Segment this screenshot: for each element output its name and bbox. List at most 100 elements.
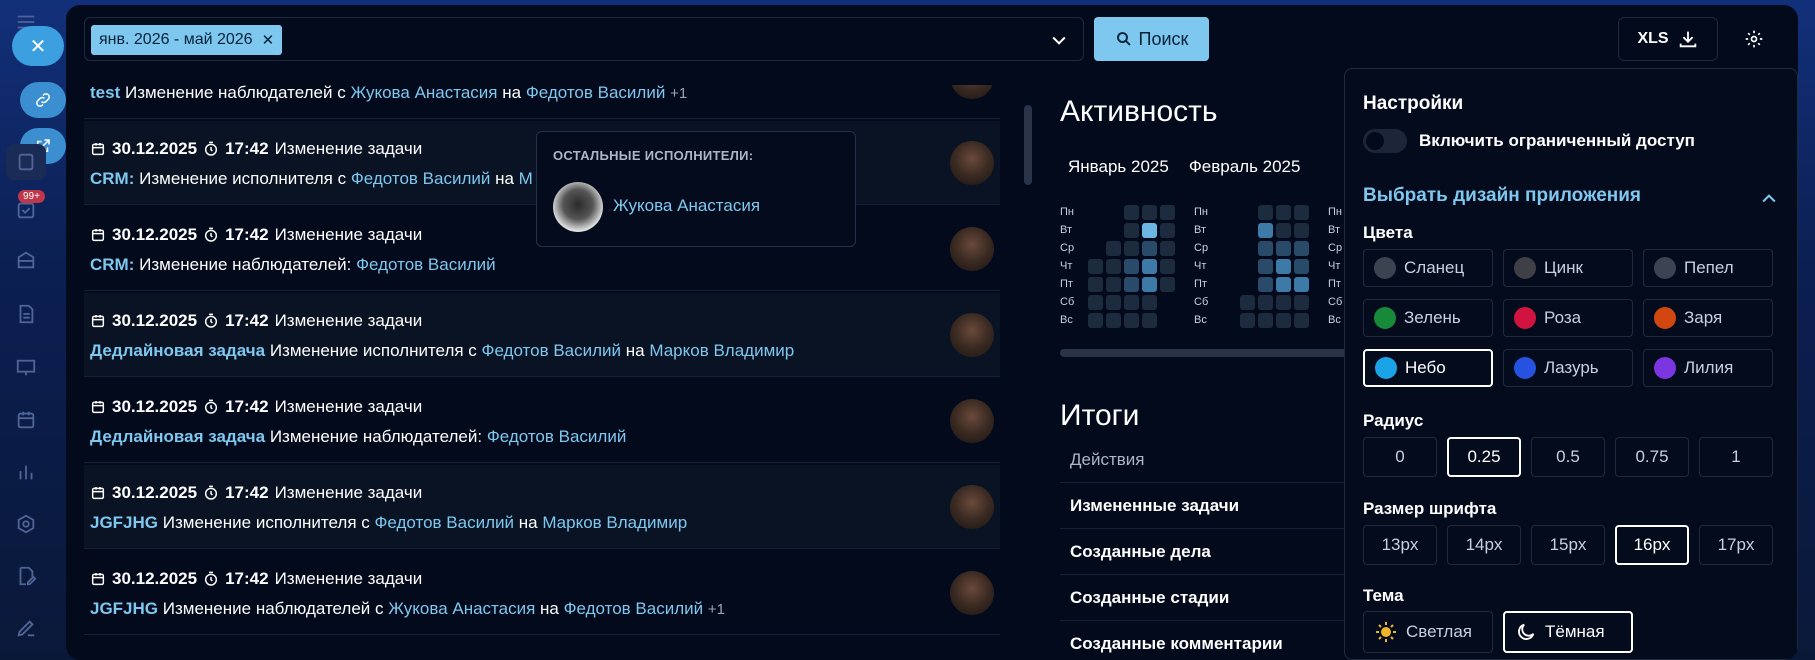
feed-user-link[interactable]: Федотов Василий — [526, 85, 666, 102]
font-size-option[interactable]: 16px — [1615, 525, 1689, 565]
heatmap-cell[interactable] — [1258, 222, 1273, 238]
color-swatch-4[interactable]: Роза — [1503, 299, 1633, 337]
heatmap-cell[interactable] — [1258, 294, 1273, 310]
close-fab-button[interactable]: ✕ — [12, 26, 64, 66]
presentation-nav-icon[interactable] — [12, 354, 40, 382]
heatmap-cell[interactable] — [1160, 204, 1175, 220]
heatmap-cell[interactable] — [1276, 240, 1291, 256]
feed-item[interactable]: 30.12.2025 17:42 Изменение задачи JGFJHG Из… — [84, 551, 1000, 635]
chevron-down-icon[interactable] — [1049, 30, 1069, 50]
link-fab-button[interactable] — [20, 82, 66, 118]
heatmap-cell[interactable] — [1258, 312, 1273, 328]
edit-document-nav-icon[interactable] — [12, 562, 40, 590]
chip-remove-icon[interactable]: ✕ — [262, 31, 275, 49]
heatmap-cell[interactable] — [1294, 258, 1309, 274]
heatmap-cell[interactable] — [1142, 312, 1157, 328]
font-size-option[interactable]: 13px — [1363, 525, 1437, 565]
heatmap-cell[interactable] — [1276, 312, 1291, 328]
search-button[interactable]: Поиск — [1094, 17, 1209, 61]
popup-user-name[interactable]: Жукова Анастасия — [613, 196, 760, 216]
heatmap-cell[interactable] — [1160, 240, 1175, 256]
heatmap-cell[interactable] — [1294, 294, 1309, 310]
feed-scrollbar[interactable] — [1024, 105, 1032, 185]
heatmap-cell[interactable] — [1276, 222, 1291, 238]
heatmap-cell[interactable] — [1258, 240, 1273, 256]
chevron-up-icon[interactable] — [1759, 189, 1779, 209]
date-filter-field[interactable]: янв. 2026 - май 2026 ✕ — [84, 17, 1084, 61]
xls-export-button[interactable]: XLS — [1618, 17, 1718, 61]
color-swatch-1[interactable]: Цинк — [1503, 249, 1633, 287]
theme-light-button[interactable]: Светлая — [1363, 611, 1493, 653]
feed-extra-count[interactable]: +1 — [708, 601, 725, 618]
heatmap-scrollbar[interactable] — [1060, 349, 1350, 357]
heatmap-cell[interactable] — [1276, 294, 1291, 310]
feed-user-link[interactable]: Федотов Василий — [351, 169, 491, 188]
heatmap-cell[interactable] — [1160, 222, 1175, 238]
color-swatch-6[interactable]: Небо — [1363, 349, 1493, 387]
heatmap-cell[interactable] — [1160, 258, 1175, 274]
heatmap-cell[interactable] — [1088, 276, 1103, 292]
radius-option[interactable]: 0.5 — [1531, 437, 1605, 477]
feed-user-link[interactable]: Федотов Василий — [482, 341, 622, 360]
building-nav-icon[interactable] — [12, 246, 40, 274]
heatmap-cell[interactable] — [1124, 204, 1139, 220]
radius-option[interactable]: 0 — [1363, 437, 1437, 477]
feed-task-link[interactable]: CRM: — [90, 255, 134, 274]
feed-task-link[interactable]: Дедлайновая задача — [90, 341, 265, 360]
feed-item[interactable]: 30.12.202517:42Изменение задачиtest Изме… — [84, 85, 1000, 119]
heatmap-cell[interactable] — [1294, 222, 1309, 238]
restricted-access-toggle[interactable] — [1363, 129, 1407, 153]
heatmap-cell[interactable] — [1276, 258, 1291, 274]
color-swatch-3[interactable]: Зелень — [1363, 299, 1493, 337]
heatmap-cell[interactable] — [1142, 240, 1157, 256]
radius-option[interactable]: 0.75 — [1615, 437, 1689, 477]
feed-user-link[interactable]: Жукова Анастасия — [388, 599, 535, 618]
feed-task-link[interactable]: CRM: — [90, 169, 134, 188]
feed-user-link[interactable]: Федотов Василий — [564, 599, 704, 618]
settings-button[interactable] — [1734, 19, 1774, 59]
color-swatch-8[interactable]: Лилия — [1643, 349, 1773, 387]
heatmap-cell[interactable] — [1106, 240, 1121, 256]
hexagon-nav-icon[interactable] — [12, 510, 40, 538]
color-swatch-0[interactable]: Сланец — [1363, 249, 1493, 287]
font-size-option[interactable]: 14px — [1447, 525, 1521, 565]
feed-item[interactable]: 30.12.2025 17:42 Изменение задачи Дедлайнов… — [84, 379, 1000, 463]
heatmap-cell[interactable] — [1294, 240, 1309, 256]
heatmap-cell[interactable] — [1106, 276, 1121, 292]
feed-task-link[interactable]: JGFJHG — [90, 599, 158, 618]
feed-user-link[interactable]: М — [519, 169, 533, 188]
heatmap-cell[interactable] — [1258, 276, 1273, 292]
radius-option[interactable]: 0.25 — [1447, 437, 1521, 477]
feed-task-link[interactable]: test — [90, 85, 120, 102]
heatmap-cell[interactable] — [1240, 294, 1255, 310]
heatmap-cell[interactable] — [1276, 204, 1291, 220]
heatmap-cell[interactable] — [1124, 240, 1139, 256]
heatmap-cell[interactable] — [1124, 294, 1139, 310]
heatmap-cell[interactable] — [1258, 258, 1273, 274]
heatmap-cell[interactable] — [1276, 276, 1291, 292]
heatmap-cell[interactable] — [1106, 312, 1121, 328]
heatmap-cell[interactable] — [1088, 258, 1103, 274]
heatmap-cell[interactable] — [1142, 204, 1157, 220]
heatmap-cell[interactable] — [1294, 276, 1309, 292]
heatmap-cell[interactable] — [1124, 222, 1139, 238]
feed-user-link[interactable]: Марков Владимир — [542, 513, 687, 532]
heatmap-cell[interactable] — [1294, 204, 1309, 220]
heatmap-cell[interactable] — [1088, 294, 1103, 310]
heatmap-cell[interactable] — [1258, 204, 1273, 220]
feed-user-link[interactable]: Марков Владимир — [649, 341, 794, 360]
heatmap-cell[interactable] — [1124, 312, 1139, 328]
heatmap-cell[interactable] — [1106, 258, 1121, 274]
feed-item[interactable]: 30.12.2025 17:42 Изменение задачи Дедлайнов… — [84, 293, 1000, 377]
heatmap-cell[interactable] — [1124, 276, 1139, 292]
feed-extra-count[interactable]: +1 — [670, 85, 687, 102]
heatmap-cell[interactable] — [1106, 294, 1121, 310]
heatmap-cell[interactable] — [1160, 276, 1175, 292]
feed-item[interactable]: 30.12.2025 17:42 Изменение задачи JGFJHG Из… — [84, 465, 1000, 549]
font-size-option[interactable]: 17px — [1699, 525, 1773, 565]
heatmap-cell[interactable] — [1240, 312, 1255, 328]
heatmap-cell[interactable] — [1142, 294, 1157, 310]
heatmap-cell[interactable] — [1294, 312, 1309, 328]
pen-nav-icon[interactable] — [12, 614, 40, 642]
calendar-nav-icon[interactable] — [12, 406, 40, 434]
